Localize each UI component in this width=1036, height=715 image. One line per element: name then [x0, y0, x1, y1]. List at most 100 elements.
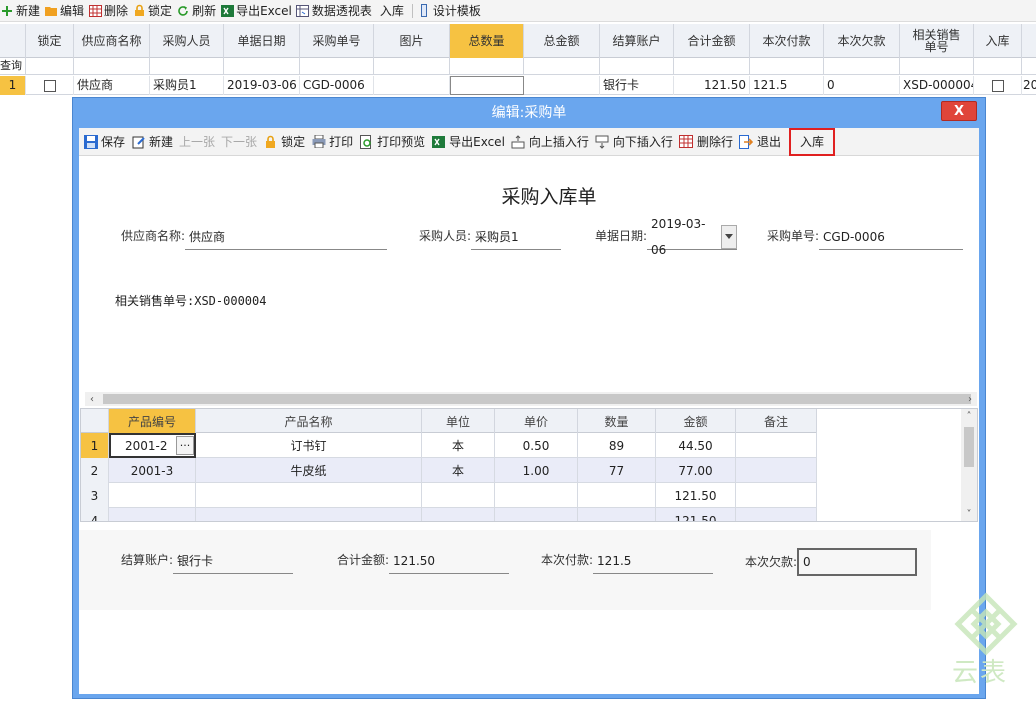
product-name-cell[interactable]	[196, 483, 422, 508]
scroll-up-icon[interactable]: ˄	[962, 409, 976, 423]
unit-cell[interactable]	[422, 508, 495, 521]
sum-input[interactable]: 121.50	[389, 548, 510, 574]
owed-cell[interactable]: 0	[824, 76, 900, 95]
owed-input[interactable]: 0	[797, 548, 918, 576]
exit-button[interactable]: 退出	[739, 131, 787, 153]
qty-cell[interactable]	[578, 483, 656, 508]
col-header[interactable]: 相关销售单号	[900, 24, 974, 58]
insert-row-above-button[interactable]: 向上插入行	[511, 131, 595, 153]
sales-no-cell[interactable]: XSD-000004	[900, 76, 974, 95]
ellipsis-icon[interactable]: ···	[176, 436, 194, 455]
amount-cell[interactable]: 121.50	[656, 483, 736, 508]
col-header[interactable]: 本次付款	[750, 24, 824, 58]
filter-cell[interactable]	[674, 58, 750, 75]
col-header[interactable]: 入库	[974, 24, 1022, 58]
price-cell[interactable]	[495, 508, 578, 521]
price-cell[interactable]: 0.50	[495, 433, 578, 458]
scroll-right-icon[interactable]: ›	[963, 392, 977, 406]
date-input[interactable]: 2019-03-06	[647, 217, 738, 257]
product-name-cell[interactable]	[196, 508, 422, 521]
filter-cell[interactable]	[74, 58, 150, 75]
refresh-button[interactable]: 刷新	[176, 1, 220, 21]
image-cell[interactable]	[374, 76, 450, 95]
filter-cell[interactable]	[900, 58, 974, 75]
product-code-cell[interactable]	[109, 508, 196, 521]
lock-checkbox-cell[interactable]	[26, 76, 74, 95]
date-cell[interactable]: 2019-03-06	[224, 76, 300, 95]
col-header[interactable]: 总金额	[524, 24, 600, 58]
col-header[interactable]: 采购单号	[300, 24, 374, 58]
paid-input[interactable]: 121.5	[593, 548, 714, 574]
unit-cell[interactable]	[422, 483, 495, 508]
filter-cell[interactable]	[374, 58, 450, 75]
scroll-thumb[interactable]	[103, 394, 971, 404]
export-excel-button[interactable]: 导出Excel	[220, 1, 296, 21]
scroll-thumb[interactable]	[964, 427, 974, 467]
form-hscrollbar[interactable]: ‹ ›	[85, 392, 977, 406]
total-qty-cell[interactable]	[450, 76, 524, 95]
new-record-button[interactable]: 新建	[131, 131, 179, 153]
col-header[interactable]: 本次欠款	[824, 24, 900, 58]
new-button[interactable]: 新建	[0, 1, 44, 21]
delete-row-button[interactable]: 删除行	[679, 131, 739, 153]
close-button[interactable]: X	[941, 101, 977, 121]
detail-col-header[interactable]: 单位	[422, 409, 495, 433]
col-header[interactable]: 锁定	[26, 24, 74, 58]
detail-row[interactable]: 4 121.50	[81, 508, 817, 521]
filter-cell[interactable]	[974, 58, 1022, 75]
lock-record-button[interactable]: 锁定	[263, 131, 311, 153]
price-cell[interactable]	[495, 483, 578, 508]
qty-cell[interactable]: 77	[578, 458, 656, 483]
product-name-cell[interactable]: 牛皮纸	[196, 458, 422, 483]
order-no-cell[interactable]: CGD-0006	[300, 76, 374, 95]
detail-row[interactable]: 3 121.50	[81, 483, 817, 508]
detail-col-header[interactable]: 数量	[578, 409, 656, 433]
detail-col-header[interactable]: 产品名称	[196, 409, 422, 433]
stock-in-checkbox-cell[interactable]	[974, 76, 1022, 95]
col-header[interactable]: 合计金额	[674, 24, 750, 58]
insert-row-below-button[interactable]: 向下插入行	[595, 131, 679, 153]
qty-cell[interactable]: 89	[578, 433, 656, 458]
col-header[interactable]: 图片	[374, 24, 450, 58]
qty-cell[interactable]	[578, 508, 656, 521]
filter-cell[interactable]	[224, 58, 300, 75]
account-input[interactable]: 银行卡	[173, 548, 294, 574]
col-header[interactable]: 采购人员	[150, 24, 224, 58]
product-code-cell[interactable]: 2001-2 ···	[109, 433, 196, 458]
scroll-left-icon[interactable]: ‹	[85, 392, 99, 406]
filter-cell[interactable]	[750, 58, 824, 75]
filter-cell[interactable]	[600, 58, 674, 75]
stock-in-button[interactable]: 入库	[788, 127, 835, 156]
stock-in-button[interactable]: 入库	[376, 1, 408, 21]
table-row[interactable]: 1 供应商 采购员1 2019-03-06 CGD-0006 银行卡 121.5…	[0, 76, 1036, 95]
filter-cell[interactable]	[524, 58, 600, 75]
buyer-cell[interactable]: 采购员1	[150, 76, 224, 95]
supplier-cell[interactable]: 供应商	[74, 76, 150, 95]
sum-amount-cell[interactable]: 121.50	[674, 76, 750, 95]
detail-col-header[interactable]: 金额	[656, 409, 736, 433]
supplier-input[interactable]: 供应商	[185, 224, 388, 250]
detail-vscrollbar[interactable]: ˄ ˅	[961, 409, 977, 521]
detail-row[interactable]: 2 2001-3 牛皮纸 本 1.00 77 77.00	[81, 458, 817, 483]
order-no-input[interactable]: CGD-0006	[819, 224, 964, 250]
pivot-table-button[interactable]: 数据透视表	[296, 1, 376, 21]
filter-cell[interactable]	[450, 58, 524, 75]
note-cell[interactable]	[736, 483, 817, 508]
query-label[interactable]: 查询	[0, 58, 26, 75]
lock-button[interactable]: 锁定	[132, 1, 176, 21]
product-code-cell[interactable]	[109, 483, 196, 508]
detail-col-header[interactable]: 单价	[495, 409, 578, 433]
design-template-button[interactable]: 设计模板	[417, 1, 485, 21]
detail-col-header[interactable]: 产品编号	[109, 409, 196, 433]
total-amount-cell[interactable]	[524, 76, 600, 95]
filter-cell[interactable]	[150, 58, 224, 75]
print-button[interactable]: 打印	[311, 131, 359, 153]
chevron-down-icon[interactable]	[721, 224, 738, 249]
note-cell[interactable]	[736, 458, 817, 483]
amount-cell[interactable]: 44.50	[656, 433, 736, 458]
buyer-input[interactable]: 采购员1	[471, 224, 562, 250]
filter-cell[interactable]	[824, 58, 900, 75]
print-preview-button[interactable]: 打印预览	[359, 131, 431, 153]
paid-cell[interactable]: 121.5	[750, 76, 824, 95]
next-button[interactable]: 下一张	[221, 131, 263, 153]
